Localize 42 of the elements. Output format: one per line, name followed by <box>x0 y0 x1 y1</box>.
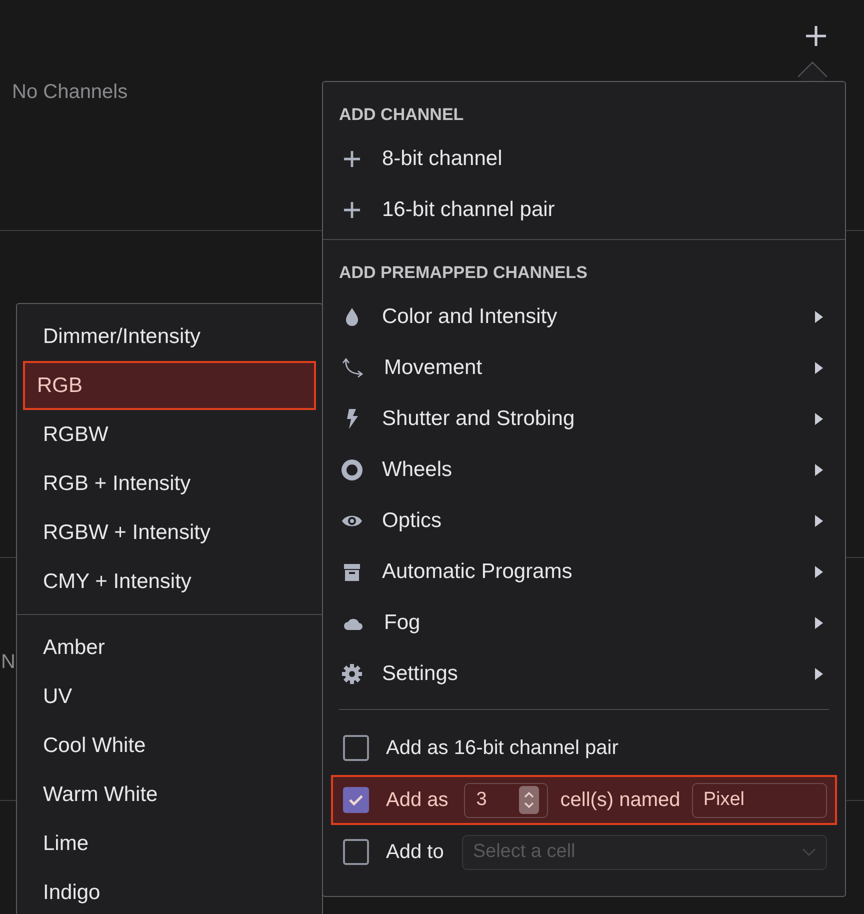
submenu-item[interactable]: RGBW + Intensity <box>23 508 316 557</box>
submenu-item[interactable]: Lime <box>23 819 316 868</box>
submenu-item[interactable]: Amber <box>23 623 316 672</box>
option-label: Add to <box>386 840 444 864</box>
menu-item[interactable]: Fog <box>323 597 845 648</box>
ring-icon <box>341 458 363 480</box>
empty-message: No Channels <box>12 81 128 104</box>
gear-icon <box>341 662 363 684</box>
section-heading: ADD CHANNEL <box>338 104 465 126</box>
submenu-item[interactable]: Warm White <box>23 770 316 819</box>
submenu-item[interactable]: Dimmer/Intensity <box>23 312 316 361</box>
submenu-item[interactable]: RGB <box>23 361 316 410</box>
check-icon <box>348 792 364 808</box>
menu-item[interactable]: Settings <box>323 648 845 699</box>
submenu-item[interactable]: RGB + Intensity <box>23 459 316 508</box>
menu-item[interactable]: Color and Intensity <box>323 291 845 342</box>
name-field[interactable]: Pixel <box>692 782 827 818</box>
option-label: cell(s) named <box>560 788 680 812</box>
submenu-item[interactable]: CMY + Intensity <box>23 557 316 606</box>
curved-arrow-icon <box>341 356 365 378</box>
menu-item[interactable]: Movement <box>323 342 845 393</box>
spinner-icon[interactable] <box>519 786 540 814</box>
checkbox[interactable] <box>343 839 369 865</box>
submenu-item[interactable]: RGBW <box>23 410 316 459</box>
menu-item[interactable]: Wheels <box>323 444 845 495</box>
chevron-down-icon <box>802 848 816 856</box>
checkbox[interactable] <box>343 787 369 813</box>
section-heading: ADD PREMAPPED CHANNELS <box>338 262 588 284</box>
menu-item[interactable]: 8-bit channel <box>323 133 845 184</box>
menu-item[interactable]: Optics <box>323 495 845 546</box>
option-label: Add as <box>386 788 448 812</box>
add-icon[interactable] <box>804 24 828 48</box>
submenu-item[interactable]: Cool White <box>23 721 316 770</box>
empty-message: N <box>1 651 16 674</box>
menu-item[interactable]: Shutter and Strobing <box>323 393 845 444</box>
number-field[interactable]: 3 <box>464 782 548 818</box>
checkbox[interactable] <box>343 735 369 761</box>
submenu-item[interactable]: Indigo <box>23 868 316 914</box>
menu-item[interactable]: 16-bit channel pair <box>323 184 845 235</box>
submenu-item[interactable]: UV <box>23 672 316 721</box>
menu-item[interactable]: Automatic Programs <box>323 546 845 597</box>
option-label: Add as 16-bit channel pair <box>386 736 618 760</box>
